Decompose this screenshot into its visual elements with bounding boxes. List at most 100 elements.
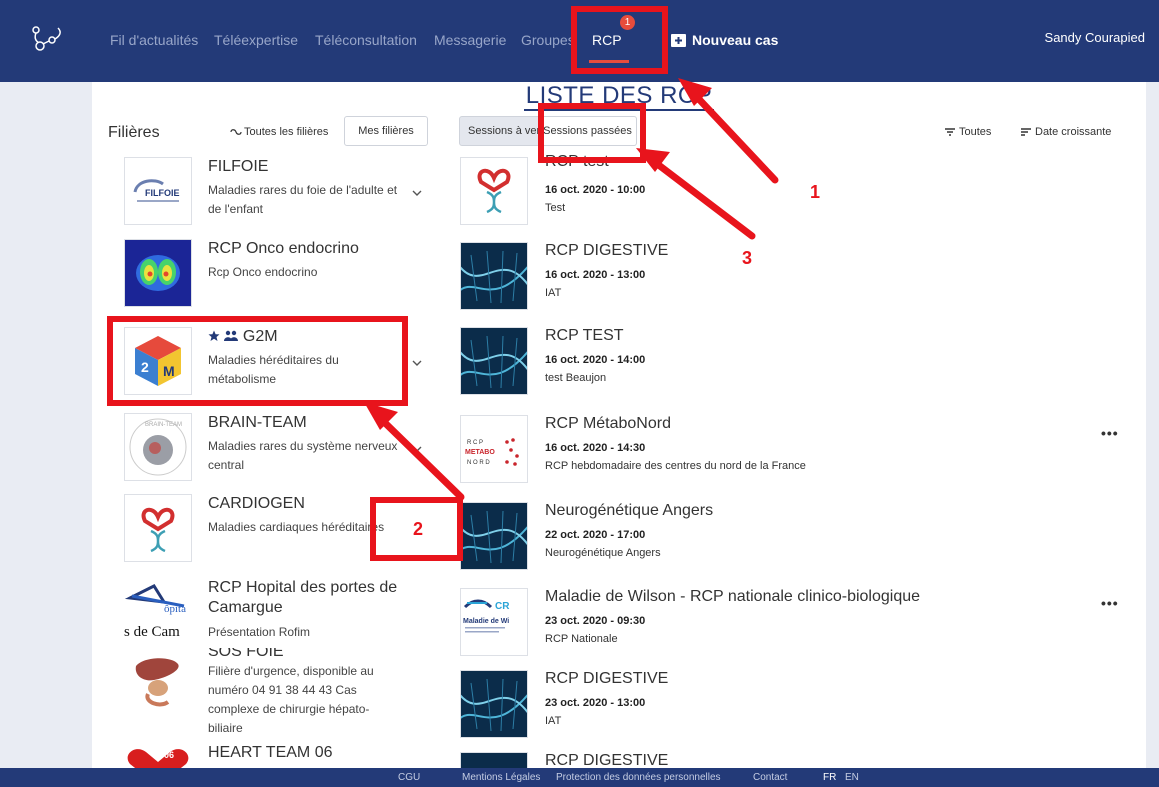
- filfoie-logo-icon: FILFOIE: [133, 179, 180, 202]
- filiere-description: Filière d'urgence, disponible au numéro …: [208, 664, 374, 735]
- session-item[interactable]: RCP DIGESTIVE 23 oct. 2020 - 13:00 IAT: [460, 670, 1100, 750]
- footer-link-privacy[interactable]: Protection des données personnelles: [556, 772, 721, 783]
- footer-link-contact[interactable]: Contact: [753, 772, 787, 783]
- footer-link-cgu[interactable]: CGU: [398, 772, 420, 783]
- wilson-logo-icon: CR Maladie de Wi: [463, 599, 510, 633]
- session-thumbnail: CR Maladie de Wi: [460, 588, 528, 656]
- session-thumbnail: [460, 502, 528, 570]
- session-item[interactable]: Neurogénétique Angers 22 oct. 2020 - 17:…: [460, 502, 1100, 582]
- session-item[interactable]: R C P METABO N O R D RCP MétaboNord 16 o…: [460, 415, 1100, 495]
- my-filieres-button[interactable]: Mes filières: [344, 116, 428, 146]
- nav-teleconsultation[interactable]: Téléconsultation: [315, 32, 417, 48]
- filiere-description: Présentation Rofim: [208, 625, 311, 639]
- new-case-button[interactable]: Nouveau cas: [692, 32, 778, 48]
- filiere-item-heart-team[interactable]: 06 HEART TEAM 06: [124, 744, 424, 768]
- session-date: 23 oct. 2020 - 09:30: [545, 615, 646, 627]
- cardiogen-logo: [124, 494, 192, 562]
- link-icon: [230, 129, 242, 135]
- session-item[interactable]: RCP DIGESTIVE 16 oct. 2020 - 13:00 IAT: [460, 242, 1100, 322]
- dna-helix-icon: [461, 328, 527, 394]
- filiere-title: BRAIN-TEAM: [208, 414, 307, 431]
- session-subtitle: RCP hebdomadaire des centres du nord de …: [545, 460, 806, 472]
- filiere-title: FILFOIE: [208, 158, 269, 175]
- svg-text:R C P: R C P: [467, 440, 483, 446]
- nav-feed[interactable]: Fil d'actualités: [110, 32, 198, 48]
- session-thumbnail: [460, 752, 528, 768]
- tab-upcoming-sessions[interactable]: Sessions à venir: [459, 116, 539, 146]
- more-options-icon[interactable]: •••: [1101, 425, 1119, 441]
- new-case-icon[interactable]: [671, 33, 686, 47]
- all-filieres-link[interactable]: Toutes les filières: [230, 126, 328, 138]
- session-subtitle: Test: [545, 202, 566, 214]
- brain-team-icon: BRAIN-TEAM: [129, 418, 187, 476]
- sos-foie-thumbnail: [124, 648, 192, 716]
- session-subtitle: Neurogénétique Angers: [545, 547, 661, 559]
- session-thumbnail: [460, 670, 528, 738]
- dna-helix-icon: [461, 753, 527, 768]
- session-title: Neurogénétique Angers: [545, 502, 714, 519]
- nav-messaging[interactable]: Messagerie: [434, 32, 506, 48]
- brain-team-logo: BRAIN-TEAM: [124, 413, 192, 481]
- chevron-down-icon[interactable]: [412, 189, 422, 197]
- language-en[interactable]: EN: [845, 772, 859, 783]
- language-fr[interactable]: FR: [823, 772, 836, 783]
- filiere-title: RCP Hopital des portes de Camargue: [208, 579, 398, 616]
- filiere-item-camargue[interactable]: ôpita s de Cam RCP Hopital des portes de…: [124, 578, 424, 648]
- dna-helix-icon: [461, 503, 527, 569]
- annotation-label-2: 2: [413, 519, 424, 539]
- svg-text:FILFOIE: FILFOIE: [145, 188, 180, 198]
- session-thumbnail: [460, 157, 528, 225]
- filiere-title: RCP Onco endocrino: [208, 240, 359, 257]
- hospital-logo-icon: ôpita s de Cam: [124, 584, 186, 640]
- filter-label: Toutes: [959, 126, 992, 138]
- svg-text:CR: CR: [495, 601, 510, 612]
- session-date: 16 oct. 2020 - 14:00: [545, 354, 646, 366]
- filiere-item-filfoie[interactable]: FILFOIE FILFOIE Maladies rares du foie d…: [124, 157, 424, 237]
- chevron-down-icon[interactable]: [412, 445, 422, 453]
- session-subtitle: IAT: [545, 715, 562, 727]
- camargue-logo: ôpita s de Cam: [124, 578, 192, 646]
- session-title: RCP DIGESTIVE: [545, 670, 669, 687]
- svg-text:ôpita: ôpita: [164, 603, 186, 615]
- session-item[interactable]: CR Maladie de Wi Maladie de Wilson - RCP…: [460, 588, 1100, 668]
- more-options-icon[interactable]: •••: [1101, 595, 1119, 611]
- session-date: 16 oct. 2020 - 10:00: [545, 184, 646, 196]
- sort-dropdown[interactable]: Date croissante: [1021, 126, 1111, 138]
- heart-dna-icon: [141, 507, 175, 553]
- footer: CGU Mentions Légales Protection des donn…: [0, 768, 1159, 787]
- session-item[interactable]: RCP DIGESTIVE: [460, 752, 1100, 768]
- session-item[interactable]: RCP TEST 16 oct. 2020 - 14:00 test Beauj…: [460, 327, 1100, 407]
- annotation-box-past-sessions: [538, 103, 646, 163]
- liver-icon: [135, 658, 179, 707]
- heart-icon: 06: [127, 749, 189, 768]
- filfoie-logo: FILFOIE: [124, 157, 192, 225]
- session-title: Maladie de Wilson - RCP nationale clinic…: [545, 588, 921, 605]
- filter-dropdown[interactable]: Toutes: [945, 126, 991, 138]
- filiere-item-brain-team[interactable]: BRAIN-TEAM BRAIN-TEAM Maladies rares du …: [124, 413, 424, 493]
- session-subtitle: test Beaujon: [545, 372, 607, 384]
- filiere-item-onco-endocrino[interactable]: RCP Onco endocrino Rcp Onco endocrino: [124, 239, 424, 319]
- filieres-heading: Filières: [108, 124, 160, 141]
- nav-teleexpertise[interactable]: Téléexpertise: [214, 32, 298, 48]
- main-panel: LISTE DES RCP Filières Toutes les filièr…: [92, 82, 1146, 768]
- app-logo-icon[interactable]: [28, 24, 68, 54]
- annotation-box-g2m: [107, 316, 408, 406]
- filiere-description: Maladies rares du foie de l'adulte et de…: [208, 183, 398, 216]
- heart-team-logo: 06: [124, 746, 192, 768]
- all-filieres-label: Toutes les filières: [244, 126, 329, 138]
- onco-endocrino-thumbnail: [124, 239, 192, 307]
- session-item[interactable]: RCP test 16 oct. 2020 - 10:00 Test: [460, 153, 1100, 237]
- metabonord-logo-icon: R C P METABO N O R D: [465, 438, 519, 466]
- svg-text:s de Cam: s de Cam: [124, 624, 180, 640]
- footer-link-legal[interactable]: Mentions Légales: [462, 772, 540, 783]
- filiere-title: SOS FOIE: [208, 648, 284, 660]
- user-name[interactable]: Sandy Courapied: [1045, 30, 1145, 45]
- svg-text:N O R D: N O R D: [467, 460, 490, 466]
- filiere-item-sos-foie[interactable]: SOS FOIE Filière d'urgence, disponible a…: [124, 648, 424, 738]
- dna-helix-icon: [461, 671, 527, 737]
- sort-label: Date croissante: [1035, 126, 1112, 138]
- chevron-down-icon[interactable]: [412, 359, 422, 367]
- session-date: 16 oct. 2020 - 14:30: [545, 442, 646, 454]
- filter-icon: [945, 128, 955, 136]
- nav-groups[interactable]: Groupes: [521, 32, 575, 48]
